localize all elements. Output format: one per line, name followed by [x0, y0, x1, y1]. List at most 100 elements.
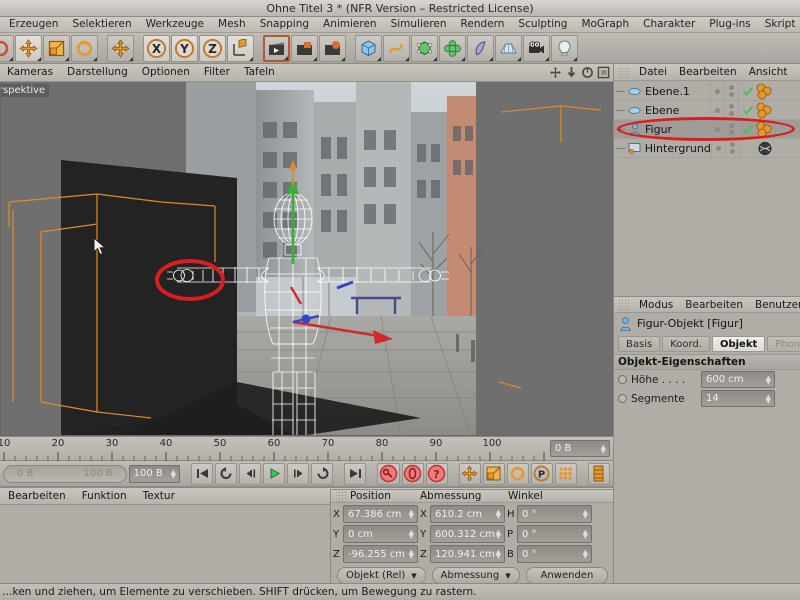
size-x-stepper[interactable]: ▲ ▼ [496, 509, 501, 520]
material-tag-icon[interactable] [755, 121, 775, 138]
object-menu-objekte[interactable]: Objekte [794, 64, 800, 80]
environment-tag-icon[interactable] [756, 140, 776, 157]
angle-b-row[interactable]: B 0 ° ▲ ▼ [507, 545, 592, 563]
environment-object-button[interactable] [495, 34, 522, 62]
coordinate-system-button[interactable] [227, 34, 254, 62]
object-row-hintergrund[interactable]: — Hintergrund [614, 138, 800, 158]
render-dots[interactable] [724, 100, 738, 120]
position-y-field[interactable]: 0 cm ▲ ▼ [343, 525, 418, 543]
size-z-stepper[interactable]: ▲ ▼ [496, 549, 501, 560]
check-tag-icon[interactable] [742, 104, 754, 116]
undo-button[interactable] [0, 34, 14, 62]
attribute-row-segmente[interactable]: Segmente 14 ▲ ▼ [614, 389, 800, 408]
menu-snapping[interactable]: Snapping [253, 17, 316, 32]
timeline-ruler[interactable]: 10 20 30 40 50 60 70 80 90 100 0 B ▲ ▼ [0, 436, 613, 461]
coordinates-grip[interactable] [335, 490, 346, 502]
segmente-radio[interactable] [618, 394, 627, 403]
material-menu-textur[interactable]: Textur [135, 488, 183, 504]
position-y-stepper[interactable]: ▲ ▼ [409, 529, 414, 540]
object-tags[interactable] [738, 138, 800, 158]
object-manager-grip[interactable] [618, 66, 629, 78]
play-button[interactable] [263, 462, 286, 485]
material-menu-funktion[interactable]: Funktion [74, 488, 135, 504]
check-tag-icon[interactable] [742, 85, 754, 97]
step-back-button[interactable] [239, 462, 262, 485]
object-menu-ansicht[interactable]: Ansicht [743, 64, 794, 80]
current-time-stepper[interactable]: ▲ ▼ [601, 443, 606, 454]
spline-tool-button[interactable] [383, 34, 410, 62]
tree-handle[interactable]: — [614, 86, 627, 97]
attribute-menu-bearbeiten[interactable]: Bearbeiten [679, 297, 749, 313]
position-x-stepper[interactable]: ▲ ▼ [409, 509, 414, 520]
rotate-tool-button[interactable] [71, 34, 98, 62]
light-object-button[interactable] [551, 34, 578, 62]
angle-b-field[interactable]: 0 ° ▲ ▼ [517, 545, 592, 563]
position-x-row[interactable]: X 67.386 cm ▲ ▼ [333, 505, 418, 523]
menu-plugins[interactable]: Plug-ins [702, 17, 757, 32]
tree-handle[interactable]: — [614, 124, 627, 135]
size-x-row[interactable]: X 610.2 cm ▲ ▼ [420, 505, 505, 523]
tree-handle[interactable]: — [614, 143, 627, 154]
menu-erzeugen[interactable]: Erzeugen [2, 17, 65, 32]
step-forward-button[interactable] [287, 462, 310, 485]
render-region-button[interactable] [291, 34, 318, 62]
hoehe-stepper[interactable]: ▲ ▼ [766, 374, 771, 385]
viewport-menu-optionen[interactable]: Optionen [135, 64, 197, 81]
object-tags[interactable] [738, 119, 800, 139]
lock-x-axis-button[interactable]: X [143, 34, 170, 62]
viewport-menu-tafeln[interactable]: Tafeln [237, 64, 282, 81]
menu-skript[interactable]: Skript [758, 17, 800, 32]
main-toolbar[interactable]: X Y Z [0, 33, 800, 64]
key-pla-button[interactable] [554, 462, 577, 485]
menu-mesh[interactable]: Mesh [211, 17, 253, 32]
coordinates-manager[interactable]: Position Abmessung Winkel X 67.386 cm ▲ ▼… [330, 489, 613, 584]
tree-handle[interactable]: — [614, 105, 627, 116]
object-tags[interactable] [738, 100, 800, 120]
camera-object-button[interactable] [523, 34, 550, 62]
current-time-field[interactable]: 0 B ▲ ▼ [550, 440, 610, 457]
size-z-row[interactable]: Z 120.941 cm ▲ ▼ [420, 545, 505, 563]
object-row-ebene[interactable]: — Ebene [614, 100, 800, 120]
size-x-field[interactable]: 610.2 cm ▲ ▼ [430, 505, 505, 523]
tab-objekt[interactable]: Objekt [711, 336, 766, 352]
main-menu-bar[interactable]: Erzeugen Selektieren Werkzeuge Mesh Snap… [0, 17, 800, 33]
menu-charakter[interactable]: Charakter [636, 17, 702, 32]
play-backwards-loop-button[interactable] [215, 462, 238, 485]
render-dots[interactable] [724, 138, 739, 158]
attribute-manager-menu[interactable]: Modus Bearbeiten Benutzer [614, 296, 800, 313]
key-position-button[interactable] [458, 462, 481, 485]
move-tool-button[interactable] [15, 34, 42, 62]
position-y-row[interactable]: Y 0 cm ▲ ▼ [333, 525, 418, 543]
size-mode-dropdown[interactable]: Abmessung ▼ [431, 567, 520, 584]
material-tag-icon[interactable] [755, 83, 775, 100]
menu-selektieren[interactable]: Selektieren [65, 17, 138, 32]
move-axis-button[interactable] [107, 34, 134, 62]
position-x-field[interactable]: 67.386 cm ▲ ▼ [343, 505, 418, 523]
visibility-dots[interactable] [710, 119, 724, 139]
tab-basis[interactable]: Basis [618, 336, 661, 352]
angle-p-row[interactable]: P 0 ° ▲ ▼ [507, 525, 592, 543]
loop-forward-button[interactable] [311, 462, 334, 485]
attribute-menu-benutzer[interactable]: Benutzer [749, 297, 800, 313]
timeline-range-slider[interactable]: 0 B 100 B [3, 464, 127, 483]
menu-simulieren[interactable]: Simulieren [384, 17, 454, 32]
visibility-dots[interactable] [710, 100, 724, 120]
key-scale-button[interactable] [482, 462, 505, 485]
frame-stepper[interactable]: ▲ ▼ [171, 468, 176, 479]
pan-icon[interactable] [549, 66, 562, 79]
go-to-end-button[interactable] [344, 462, 367, 485]
size-y-row[interactable]: Y 600.312 cm ▲ ▼ [420, 525, 505, 543]
scale-tool-button[interactable] [43, 34, 70, 62]
lock-y-axis-button[interactable]: Y [171, 34, 198, 62]
object-manager-menu[interactable]: Datei Bearbeiten Ansicht Objekte [614, 64, 800, 81]
visibility-dots[interactable] [710, 138, 725, 158]
position-z-field[interactable]: -96.255 cm ▲ ▼ [343, 545, 418, 563]
record-key-button[interactable] [377, 462, 400, 485]
segmente-stepper[interactable]: ▲ ▼ [766, 393, 771, 404]
animation-toolbar[interactable]: 0 B 100 B 100 B ▲ ▼ ? P [0, 460, 613, 487]
frame-field[interactable]: 100 B ▲ ▼ [128, 464, 181, 483]
viewport-menu-darstellung[interactable]: Darstellung [60, 64, 135, 81]
keyframe-selection-button[interactable]: ? [425, 462, 448, 485]
object-tags[interactable] [738, 81, 800, 101]
apply-button[interactable]: Anwenden [525, 567, 609, 584]
